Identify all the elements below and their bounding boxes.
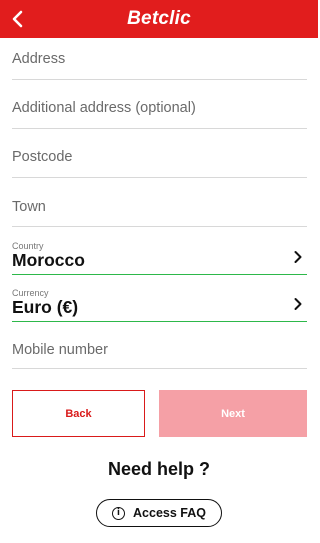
country-select[interactable]: Country Morocco [12, 238, 307, 275]
back-chevron-icon[interactable] [6, 7, 30, 31]
chevron-left-icon [12, 10, 23, 28]
address-field[interactable]: Address [12, 42, 307, 80]
town-field[interactable]: Town [12, 189, 307, 227]
additional-address-placeholder: Additional address (optional) [12, 100, 196, 116]
mobile-number-field[interactable]: Mobile number [12, 331, 307, 369]
need-help-title: Need help ? [107, 459, 210, 479]
top-bar: Betclic [0, 0, 318, 38]
access-faq-button[interactable]: i Access FAQ [96, 499, 222, 527]
currency-select[interactable]: Currency Euro (€) [12, 285, 307, 322]
town-placeholder: Town [12, 199, 46, 215]
additional-address-field[interactable]: Additional address (optional) [12, 91, 307, 129]
address-placeholder: Address [12, 51, 66, 67]
info-icon: i [112, 506, 126, 520]
back-button[interactable]: Back [12, 390, 145, 437]
brand-logo: Betclic [127, 8, 191, 29]
currency-value: Euro (€) [12, 297, 79, 317]
country-value: Morocco [12, 250, 85, 270]
postcode-field[interactable]: Postcode [12, 140, 307, 178]
next-button[interactable]: Next [159, 390, 307, 437]
access-faq-label: Access FAQ [133, 506, 206, 520]
mobile-number-placeholder: Mobile number [12, 342, 108, 358]
chevron-right-icon [294, 298, 302, 310]
postcode-placeholder: Postcode [12, 149, 73, 165]
chevron-right-icon [294, 251, 302, 263]
